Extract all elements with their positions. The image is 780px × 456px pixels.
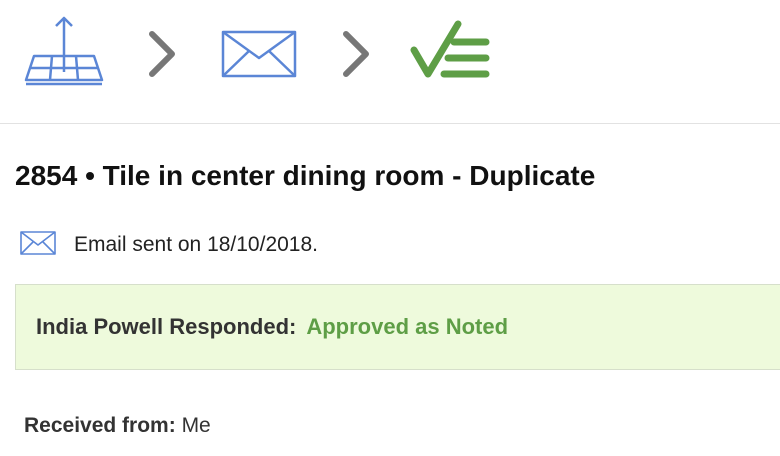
item-title: 2854 • Tile in center dining room - Dupl…	[15, 160, 596, 191]
chevron-right-icon	[146, 30, 178, 78]
check-list-icon[interactable]	[410, 20, 494, 82]
envelope-icon[interactable]	[221, 30, 297, 78]
response-banner: India Powell Responded: Approved as Note…	[15, 284, 780, 370]
workflow-steps	[0, 0, 780, 124]
received-from-label: Received from:	[24, 414, 182, 437]
received-from-value: Me	[181, 414, 211, 437]
email-sent-line: Email sent on 18/10/2018.	[20, 230, 318, 260]
email-sent-text: Email sent on 18/10/2018.	[74, 233, 319, 256]
received-from: Received from: Me	[24, 414, 211, 438]
blueprint-upload-icon[interactable]	[22, 14, 106, 88]
response-status: Approved as Noted	[306, 314, 509, 339]
envelope-icon	[20, 230, 56, 260]
responder-label: India Powell Responded:	[36, 314, 297, 339]
chevron-right-icon	[340, 30, 372, 78]
